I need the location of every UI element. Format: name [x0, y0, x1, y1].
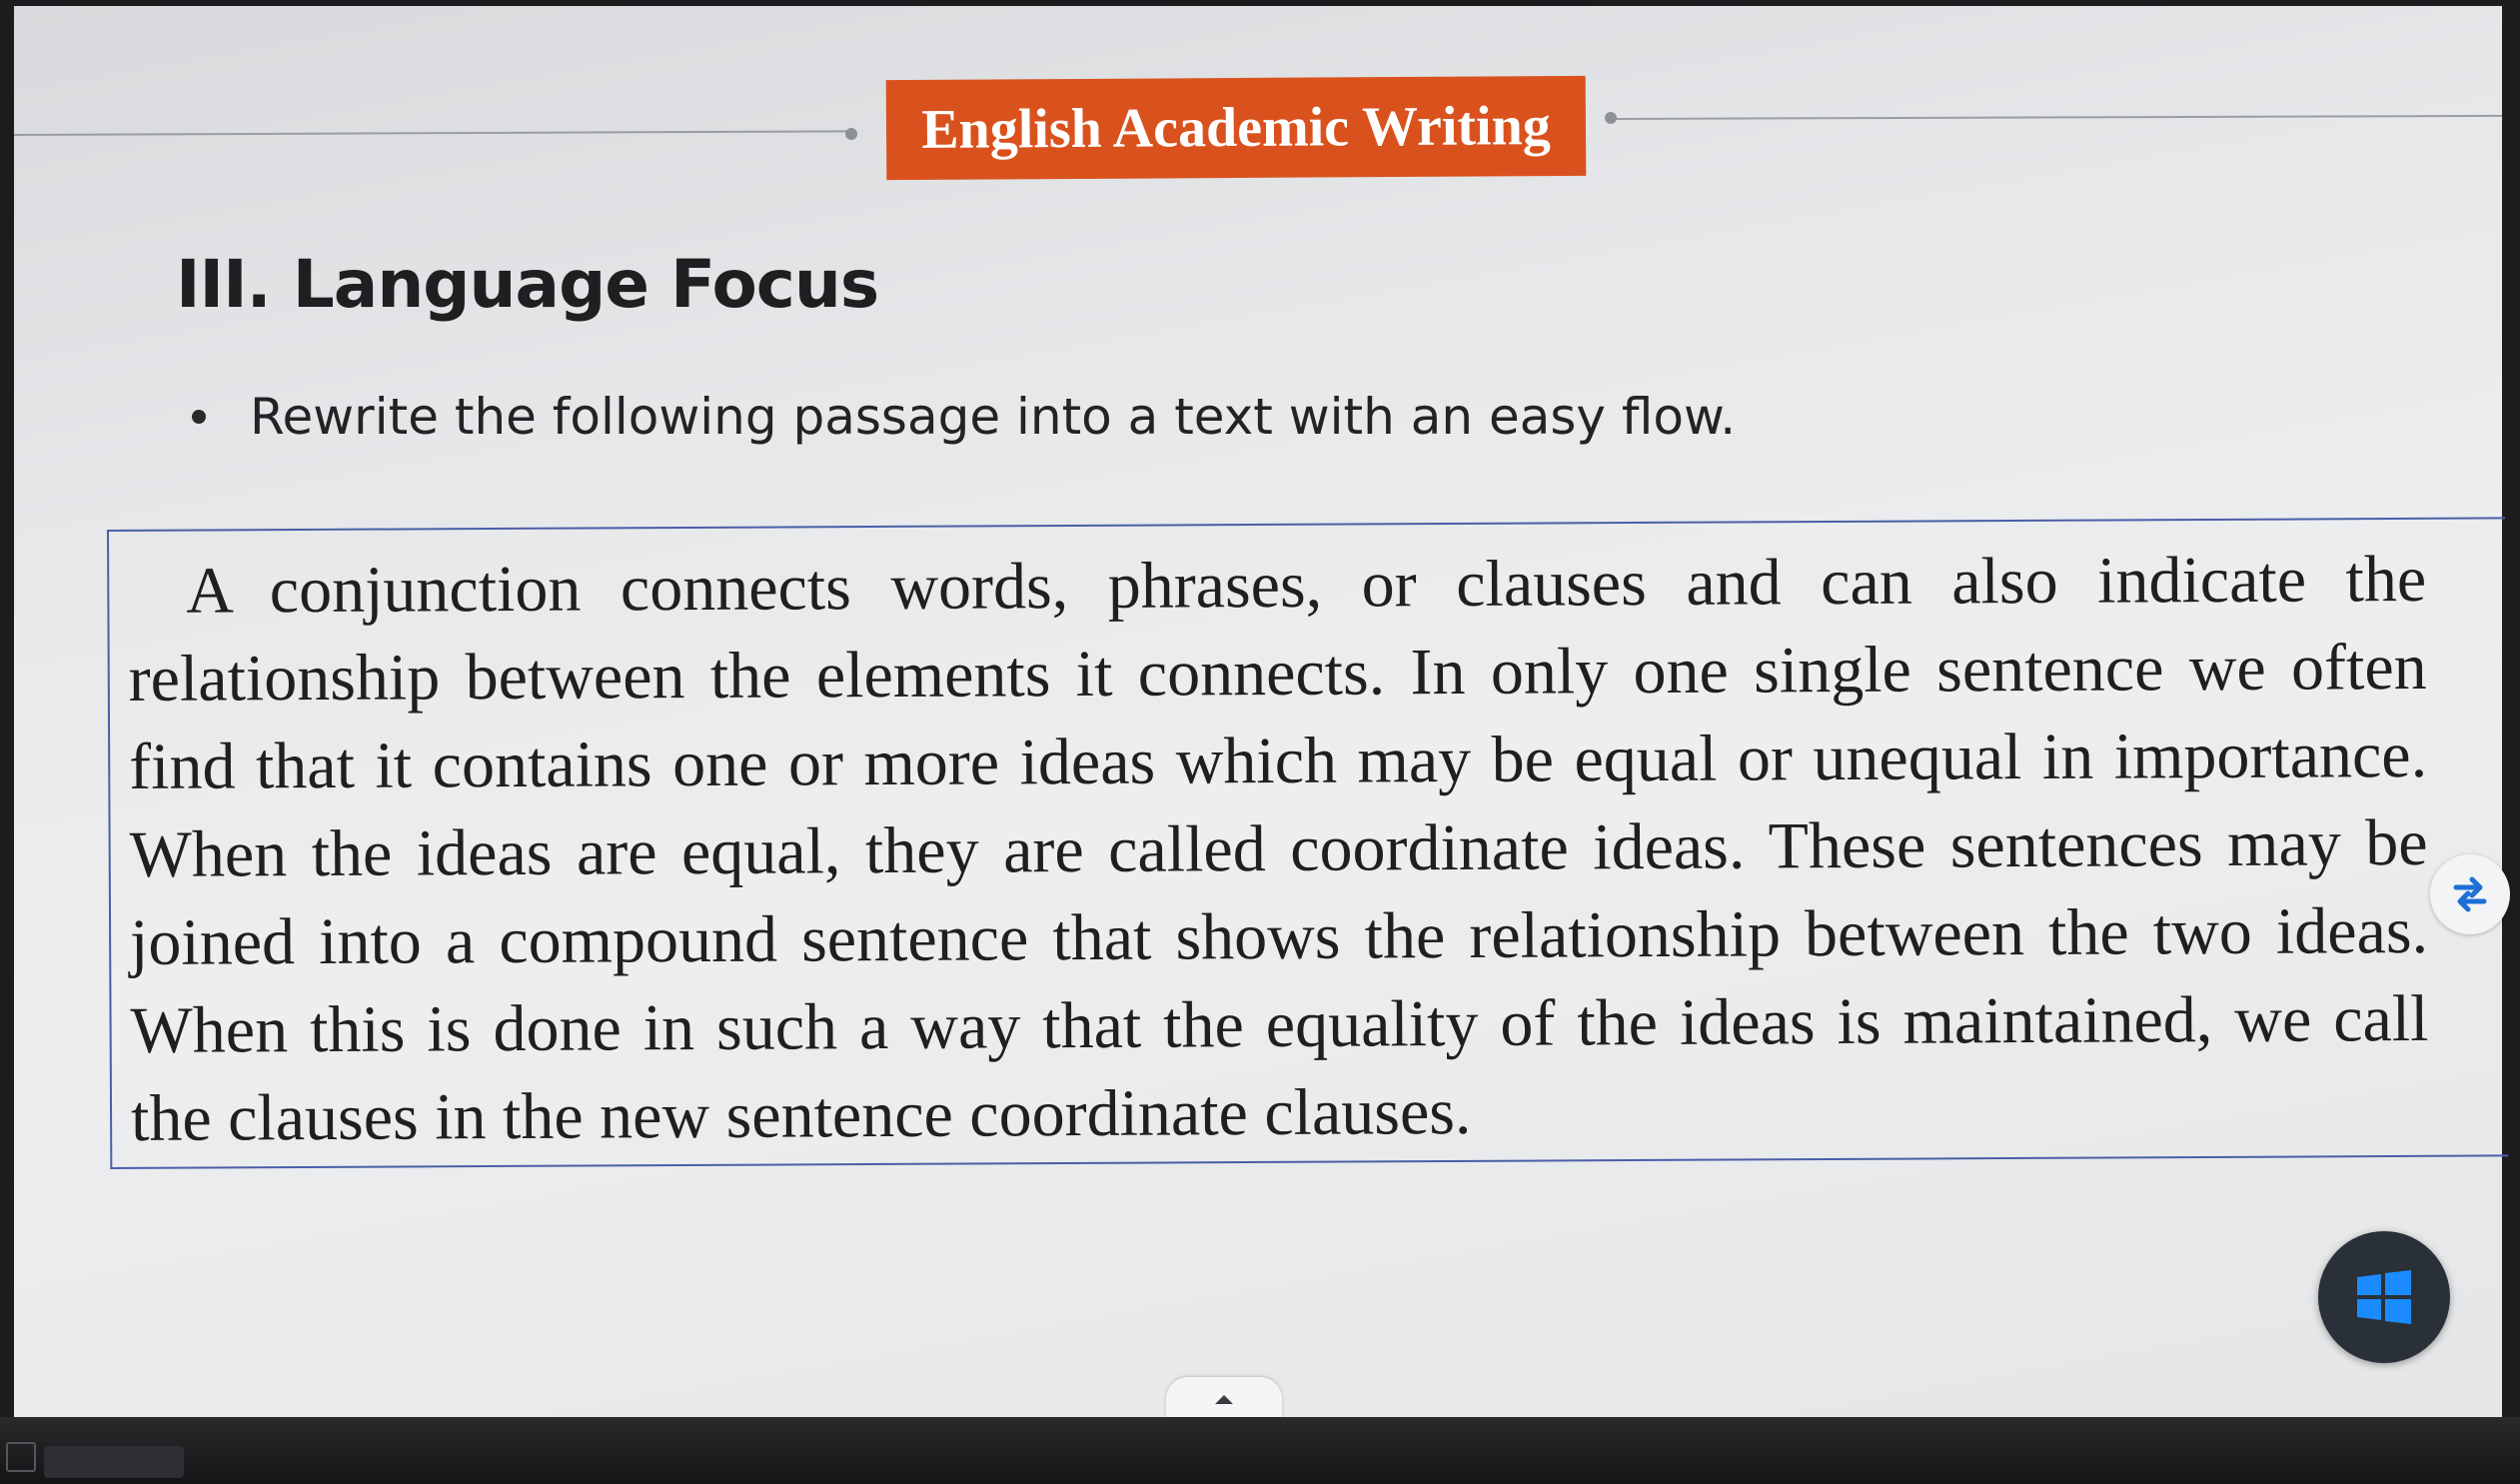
header-rule-left-dot	[845, 128, 857, 140]
windows-logo-icon	[2357, 1270, 2411, 1324]
monitor-bezel	[0, 1417, 2520, 1484]
side-panel-toggle-button[interactable]	[2430, 854, 2510, 934]
expand-toolbar-tab[interactable]	[1166, 1377, 1282, 1421]
instruction-bullet: Rewrite the following passage into a tex…	[174, 388, 1736, 446]
windows-start-button[interactable]	[2318, 1231, 2450, 1363]
bezel-label-plate	[44, 1446, 184, 1478]
swap-arrows-icon	[2453, 876, 2487, 912]
bezel-indicator	[6, 1442, 36, 1472]
bullet-icon	[192, 410, 206, 424]
header-rule-right-dot	[1605, 112, 1617, 124]
instruction-text: Rewrite the following passage into a tex…	[250, 388, 1737, 446]
section-title: III. Language Focus	[176, 246, 879, 323]
course-title-badge: English Academic Writing	[885, 75, 1587, 181]
header-rule-left	[14, 130, 851, 136]
caret-up-icon	[1215, 1395, 1233, 1404]
passage-text: A conjunction connects words, phrases, o…	[128, 542, 2429, 1155]
header-rule-right	[1612, 114, 2502, 120]
